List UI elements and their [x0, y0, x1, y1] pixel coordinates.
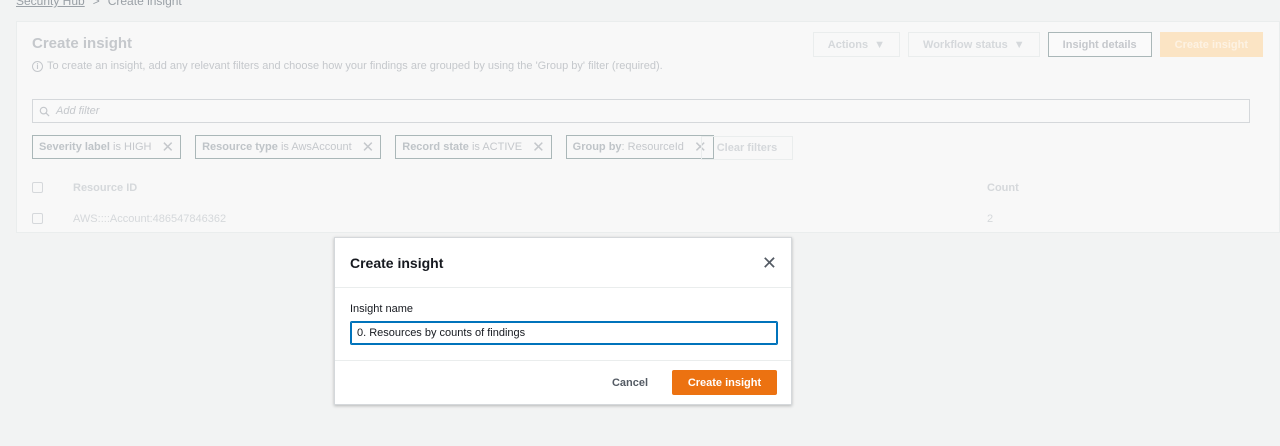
- remove-chip-icon[interactable]: ✕: [532, 138, 545, 156]
- chip-value: HIGH: [124, 141, 152, 153]
- info-text-label: To create an insight, add any relevant f…: [47, 60, 663, 72]
- select-all-checkbox[interactable]: [32, 182, 43, 193]
- search-icon: [39, 106, 50, 117]
- resource-id-cell[interactable]: AWS::::Account:486547846362: [73, 213, 226, 225]
- row-checkbox[interactable]: [32, 213, 43, 224]
- chip-op: is: [468, 141, 483, 153]
- insight-name-label: Insight name: [350, 303, 413, 315]
- create-insight-button[interactable]: Create insight: [672, 370, 777, 395]
- chip-key: Record state: [402, 141, 469, 153]
- remove-chip-icon[interactable]: ✕: [162, 138, 175, 156]
- create-insight-toolbar-button[interactable]: Create insight: [1159, 32, 1263, 57]
- filter-chip-severity[interactable]: Severity label is HIGH ✕: [32, 135, 182, 159]
- cancel-button[interactable]: Cancel: [605, 370, 655, 395]
- chip-value: ACTIVE: [482, 141, 523, 153]
- clear-filters-button[interactable]: Clear filters: [701, 136, 793, 160]
- filter-input[interactable]: Add filter: [32, 99, 1250, 123]
- chip-value: AwsAccount: [291, 141, 352, 153]
- filter-chip-resource-type[interactable]: Resource type is AwsAccount ✕: [195, 135, 382, 159]
- filter-placeholder: Add filter: [56, 105, 100, 117]
- chip-op: is: [277, 141, 292, 153]
- filter-chip-record-state[interactable]: Record state is ACTIVE ✕: [395, 135, 552, 159]
- modal-body: Insight name: [335, 288, 791, 361]
- insight-panel: Create insight i To create an insight, a…: [16, 21, 1280, 233]
- chip-value: ResourceId: [627, 141, 684, 153]
- breadcrumb: Security Hub > Create insight: [16, 0, 182, 8]
- breadcrumb-current: Create insight: [107, 0, 182, 8]
- close-icon[interactable]: ✕: [762, 254, 777, 272]
- actions-button[interactable]: Actions ▼: [812, 32, 901, 57]
- table-header: Resource ID Count: [17, 174, 1279, 200]
- filter-chip-group-by[interactable]: Group by: ResourceId ✕: [565, 135, 714, 159]
- info-icon: i: [32, 60, 43, 72]
- insight-details-button[interactable]: Insight details: [1047, 32, 1152, 57]
- insight-name-input[interactable]: [350, 321, 778, 345]
- caret-down-icon: ▼: [1013, 38, 1025, 51]
- remove-chip-icon[interactable]: ✕: [362, 138, 375, 156]
- column-header-resource-id[interactable]: Resource ID: [73, 182, 137, 194]
- chip-op: is: [109, 141, 124, 153]
- caret-down-icon: ▼: [874, 38, 886, 51]
- create-insight-modal: Create insight ✕ Insight name Cancel Cre…: [334, 237, 792, 405]
- page-title: Create insight: [32, 35, 133, 52]
- table-row[interactable]: AWS::::Account:486547846362 2: [17, 204, 1279, 232]
- breadcrumb-parent-link[interactable]: Security Hub: [16, 0, 85, 8]
- actions-label: Actions: [827, 38, 869, 51]
- modal-footer: Cancel Create insight: [335, 361, 791, 405]
- modal-title: Create insight: [350, 255, 444, 271]
- chip-key: Resource type: [202, 141, 278, 153]
- count-cell: 2: [987, 213, 994, 225]
- modal-header: Create insight ✕: [335, 238, 791, 288]
- column-header-count[interactable]: Count: [987, 182, 1019, 194]
- workflow-status-button[interactable]: Workflow status ▼: [908, 32, 1040, 57]
- chip-key: Severity label: [39, 141, 110, 153]
- toolbar: Actions ▼ Workflow status ▼ Insight deta…: [812, 32, 1263, 57]
- info-text: i To create an insight, add any relevant…: [32, 60, 663, 72]
- workflow-status-label: Workflow status: [923, 38, 1008, 51]
- chip-key: Group by: [572, 141, 622, 153]
- filter-chips: Severity label is HIGH ✕ Resource type i…: [32, 135, 714, 159]
